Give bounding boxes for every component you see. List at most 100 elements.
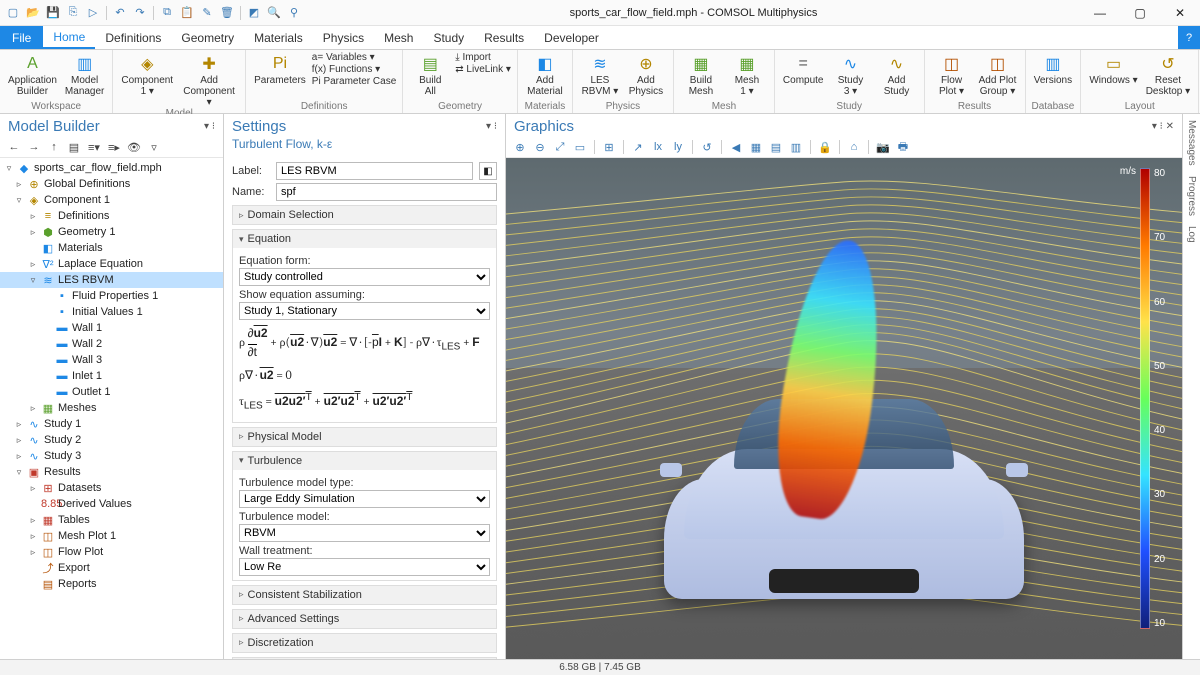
- section-consistent-stabilization-header[interactable]: ▹Consistent Stabilization: [233, 586, 496, 604]
- opt3-icon[interactable]: ▤: [768, 139, 784, 155]
- tree-twisty-icon[interactable]: ▹: [28, 259, 38, 270]
- add-component[interactable]: ✚AddComponent ▾: [179, 52, 239, 108]
- turb-model-select[interactable]: RBVM: [239, 524, 490, 542]
- node-component[interactable]: ▿◈Component 1: [0, 192, 223, 208]
- zoom-icon[interactable]: 🔍: [267, 6, 281, 20]
- section-advanced-settings-header[interactable]: ▹Advanced Settings: [233, 610, 496, 628]
- flow-plot[interactable]: ◫FlowPlot ▾: [931, 52, 973, 97]
- reset-desktop[interactable]: ↺ResetDesktop ▾: [1144, 52, 1192, 97]
- eq-show-select[interactable]: Study 1, Stationary: [239, 302, 490, 320]
- label-input[interactable]: [276, 162, 473, 180]
- node-study1[interactable]: ▹∿Study 1: [0, 416, 223, 432]
- node-outlet[interactable]: ▬Outlet 1: [0, 384, 223, 400]
- turb-type-select[interactable]: Large Eddy Simulation: [239, 490, 490, 508]
- zoom-extents-icon[interactable]: ⤢: [552, 139, 568, 155]
- tree-twisty-icon[interactable]: ▹: [28, 211, 38, 222]
- home-icon[interactable]: ⌂: [846, 139, 862, 155]
- tab-mesh[interactable]: Mesh: [374, 26, 423, 49]
- tree-twisty-icon[interactable]: ▹: [14, 451, 24, 462]
- node-geometry[interactable]: ▹⬢Geometry 1: [0, 224, 223, 240]
- side-tab-log[interactable]: Log: [1186, 226, 1197, 243]
- filter-icon[interactable]: ▿: [146, 139, 162, 155]
- functions[interactable]: f(x) Functions ▾: [312, 64, 396, 75]
- tree-twisty-icon[interactable]: ▹: [14, 179, 24, 190]
- tab-home[interactable]: Home: [43, 26, 95, 49]
- root-model[interactable]: ▿◆sports_car_flow_field.mph: [0, 160, 223, 176]
- select-icon[interactable]: ◩: [247, 6, 261, 20]
- show-icon[interactable]: ▤: [66, 139, 82, 155]
- find-icon[interactable]: ⚲: [287, 6, 301, 20]
- node-datasets[interactable]: ▹⊞Datasets: [0, 480, 223, 496]
- camera-icon[interactable]: 📷: [875, 139, 891, 155]
- node-study2[interactable]: ▹∿Study 2: [0, 432, 223, 448]
- close-button[interactable]: ✕: [1160, 0, 1200, 26]
- tree-twisty-icon[interactable]: ▹: [14, 419, 24, 430]
- delete-icon[interactable]: 🗑: [220, 6, 234, 20]
- expand-icon[interactable]: ≡▾: [86, 139, 102, 155]
- line-icon[interactable]: ↗: [630, 139, 646, 155]
- tree-twisty-icon[interactable]: ▹: [28, 227, 38, 238]
- print-icon[interactable]: 🖶: [895, 139, 911, 155]
- section-dependent-variables-header[interactable]: ▹Dependent Variables: [233, 658, 496, 659]
- lock-icon[interactable]: 🔒: [817, 139, 833, 155]
- node-materials[interactable]: ◧Materials: [0, 240, 223, 256]
- rename-icon[interactable]: ✎: [200, 6, 214, 20]
- file-save-icon[interactable]: 💾: [46, 6, 60, 20]
- log-y-icon[interactable]: ly: [670, 139, 686, 155]
- tree-twisty-icon[interactable]: ▿: [14, 467, 24, 478]
- node-laplace[interactable]: ▹∇²Laplace Equation: [0, 256, 223, 272]
- side-tab-messages[interactable]: Messages: [1186, 120, 1197, 166]
- nav-back-icon[interactable]: ←: [6, 139, 22, 155]
- section-domain-selection-header[interactable]: ▹Domain Selection: [233, 206, 496, 224]
- tree-twisty-icon[interactable]: ▹: [28, 483, 38, 494]
- tab-definitions[interactable]: Definitions: [95, 26, 171, 49]
- nav-fwd-icon[interactable]: →: [26, 139, 42, 155]
- paste-icon[interactable]: 📋: [180, 6, 194, 20]
- node-study3[interactable]: ▹∿Study 3: [0, 448, 223, 464]
- tree-twisty-icon[interactable]: ▿: [14, 195, 24, 206]
- model-tree[interactable]: ▿◆sports_car_flow_field.mph▹⊕Global Defi…: [0, 158, 223, 659]
- zoom-in-icon[interactable]: ⊕: [512, 139, 528, 155]
- tree-twisty-icon[interactable]: ▹: [14, 435, 24, 446]
- physics-les[interactable]: ≋LESRBVM ▾: [579, 52, 621, 97]
- windows[interactable]: ▭Windows ▾: [1087, 52, 1139, 86]
- tree-twisty-icon[interactable]: ▹: [28, 547, 38, 558]
- versions[interactable]: ▥Versions: [1032, 52, 1074, 86]
- node-wall1[interactable]: ▬Wall 1: [0, 320, 223, 336]
- add-plot-group[interactable]: ◫Add PlotGroup ▾: [977, 52, 1019, 97]
- node-derived[interactable]: 8.85Derived Values: [0, 496, 223, 512]
- name-input[interactable]: [276, 183, 497, 201]
- section-equation-header[interactable]: ▾Equation: [233, 230, 496, 248]
- wall-treatment-select[interactable]: Low Re: [239, 558, 490, 576]
- livelink[interactable]: ⇄ LiveLink ▾: [455, 64, 511, 75]
- section-physical-model-header[interactable]: ▹Physical Model: [233, 428, 496, 446]
- redo-icon[interactable]: ↷: [133, 6, 147, 20]
- run-icon[interactable]: ▷: [86, 6, 100, 20]
- build-all[interactable]: ▤BuildAll: [409, 52, 451, 97]
- tab-results[interactable]: Results: [474, 26, 534, 49]
- opt4-icon[interactable]: ▥: [788, 139, 804, 155]
- section-discretization-header[interactable]: ▹Discretization: [233, 634, 496, 652]
- node-export[interactable]: ⤴Export: [0, 560, 223, 576]
- parameter-case[interactable]: Pi Parameter Case: [312, 76, 396, 87]
- model-manager[interactable]: ▥ModelManager: [63, 52, 106, 97]
- component-menu[interactable]: ◈Component1 ▾: [119, 52, 175, 97]
- app-builder[interactable]: AApplicationBuilder: [6, 52, 59, 97]
- help-button[interactable]: ?: [1178, 26, 1200, 49]
- maximize-button[interactable]: ▢: [1120, 0, 1160, 26]
- tree-twisty-icon[interactable]: ▹: [28, 515, 38, 526]
- undo-icon[interactable]: ↶: [113, 6, 127, 20]
- xy-icon[interactable]: ⊞: [601, 139, 617, 155]
- tab-geometry[interactable]: Geometry: [171, 26, 244, 49]
- tab-study[interactable]: Study: [423, 26, 474, 49]
- eq-form-select[interactable]: Study controlled: [239, 268, 490, 286]
- node-definitions[interactable]: ▹≡Definitions: [0, 208, 223, 224]
- tab-developer[interactable]: Developer: [534, 26, 609, 49]
- compute[interactable]: =Compute: [781, 52, 826, 86]
- reset-icon[interactable]: ↺: [699, 139, 715, 155]
- opt1-icon[interactable]: ◀: [728, 139, 744, 155]
- parameters[interactable]: PiParameters: [252, 52, 308, 86]
- collapse-icon[interactable]: ≡▸: [106, 139, 122, 155]
- import-geom[interactable]: ⤓ Import: [455, 52, 511, 63]
- zoom-out-icon[interactable]: ⊖: [532, 139, 548, 155]
